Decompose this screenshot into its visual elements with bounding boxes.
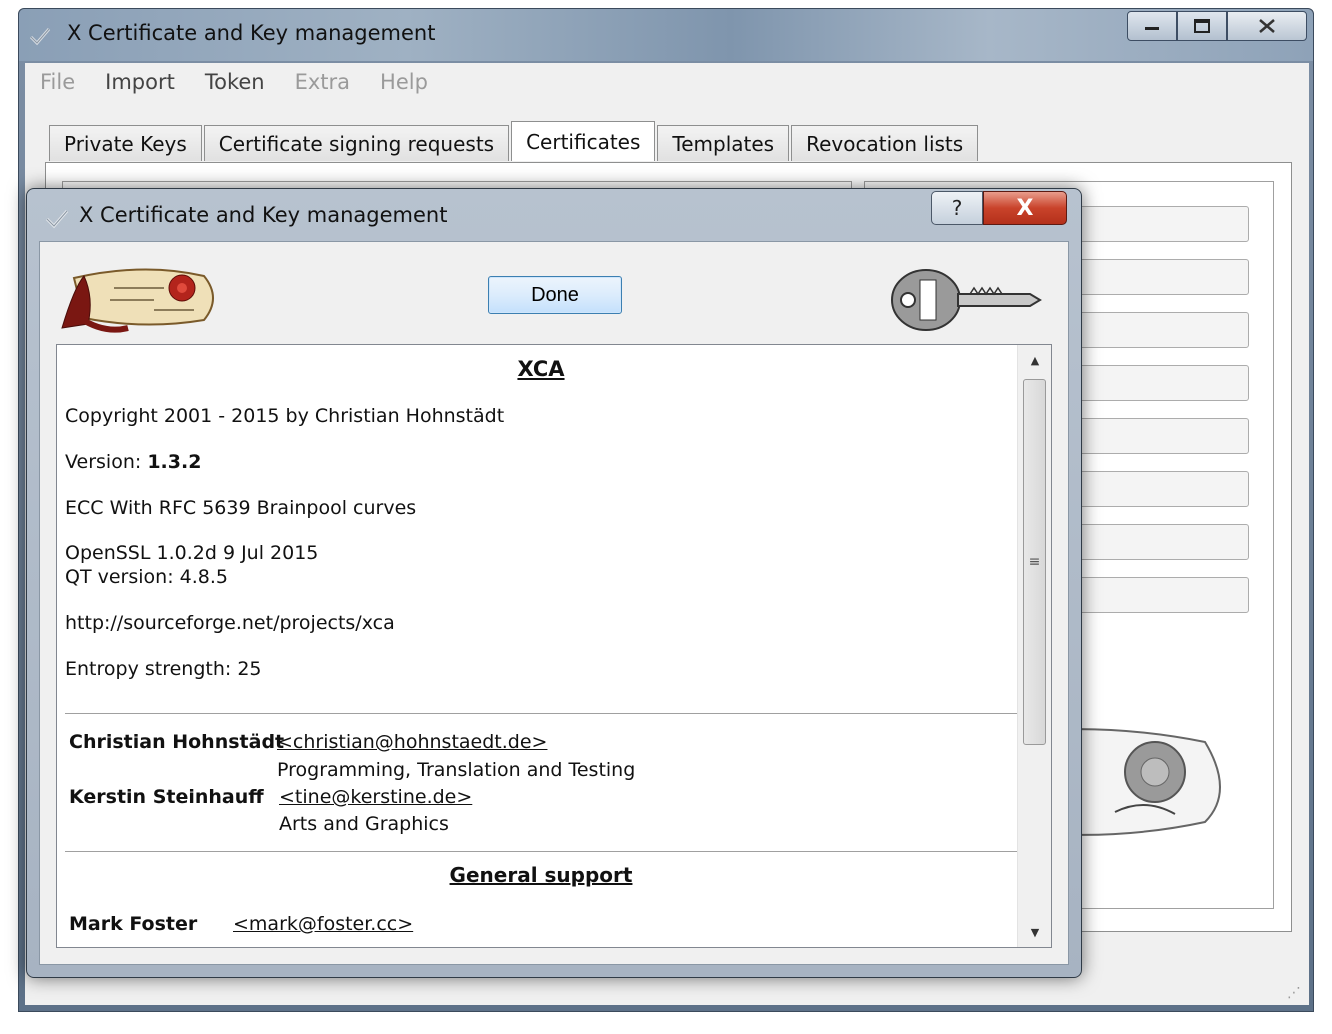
xca-heading: XCA: [517, 357, 565, 381]
grip-icon: ≡: [1028, 554, 1041, 570]
main-titlebar[interactable]: X Certificate and Key management: [19, 9, 1313, 61]
qt-version-text: QT version: 4.8.5: [65, 566, 228, 588]
scroll-down-icon[interactable]: ▼: [1018, 917, 1051, 947]
main-close-button[interactable]: [1227, 11, 1307, 41]
maximize-icon: [1194, 19, 1210, 33]
ecc-text: ECC With RFC 5639 Brainpool curves: [65, 497, 417, 519]
app-icon: [45, 210, 69, 229]
version-value: 1.3.2: [147, 451, 202, 473]
tab-private-keys[interactable]: Private Keys: [49, 125, 202, 161]
author-role: Arts and Graphics: [279, 813, 449, 835]
divider: [65, 851, 1017, 852]
menu-help[interactable]: Help: [365, 70, 443, 94]
scroll-rose-logo: [61, 268, 214, 333]
author-name: Christian Hohnstädt: [69, 731, 285, 753]
resize-grip-icon[interactable]: ⋰: [1287, 985, 1301, 1001]
author-role: Programming, Translation and Testing: [277, 759, 636, 781]
tab-bar: Private Keys Certificate signing request…: [49, 121, 980, 161]
version-line: Version: 1.3.2: [65, 451, 201, 473]
xca-key-logo: [891, 269, 1042, 331]
author-name: Kerstin Steinhauff: [69, 786, 264, 808]
openssl-text: OpenSSL 1.0.2d 9 Jul 2015: [65, 542, 319, 564]
divider: [65, 713, 1017, 714]
copyright-text: Copyright 2001 - 2015 by Christian Hohns…: [65, 405, 505, 427]
author-email-link[interactable]: <tine@kerstine.de>: [279, 786, 472, 808]
maximize-button[interactable]: [1177, 11, 1227, 41]
scrollbar-thumb[interactable]: ≡: [1023, 379, 1046, 745]
dialog-titlebar[interactable]: X Certificate and Key management ? X: [27, 189, 1081, 241]
help-button[interactable]: ?: [931, 191, 983, 225]
close-icon: [1259, 19, 1275, 33]
done-button[interactable]: Done: [488, 276, 622, 314]
project-url[interactable]: http://sourceforge.net/projects/xca: [65, 612, 395, 634]
entropy-text: Entropy strength: 25: [65, 658, 262, 680]
tab-revocation-lists[interactable]: Revocation lists: [791, 125, 979, 161]
app-icon: [29, 28, 51, 46]
about-text-browser[interactable]: XCA Copyright 2001 - 2015 by Christian H…: [56, 344, 1052, 948]
scroll-up-icon[interactable]: ▲: [1018, 345, 1051, 375]
dialog-close-button[interactable]: X: [983, 191, 1067, 225]
tab-csr[interactable]: Certificate signing requests: [203, 125, 510, 161]
minimize-icon: [1145, 27, 1159, 30]
tab-certificates[interactable]: Certificates: [511, 121, 656, 161]
general-support-heading: General support: [449, 863, 633, 887]
menubar: File Import Token Extra Help: [25, 63, 1309, 101]
dialog-title: X Certificate and Key management: [79, 203, 448, 227]
main-window-title: X Certificate and Key management: [67, 21, 436, 45]
menu-file[interactable]: File: [25, 70, 90, 94]
close-icon: X: [1016, 195, 1034, 221]
vertical-scrollbar[interactable]: ▲ ≡ ▼: [1017, 345, 1051, 947]
tab-templates[interactable]: Templates: [657, 125, 790, 161]
version-label: Version:: [65, 451, 142, 473]
help-icon: ?: [951, 196, 963, 220]
minimize-button[interactable]: [1127, 11, 1177, 41]
supporter-email-link[interactable]: <mark@foster.cc>: [233, 913, 413, 935]
menu-import[interactable]: Import: [90, 70, 190, 94]
menu-extra[interactable]: Extra: [280, 70, 365, 94]
author-email-link[interactable]: <christian@hohnstaedt.de>: [277, 731, 547, 753]
menu-token[interactable]: Token: [190, 70, 280, 94]
window-controls: [1127, 11, 1307, 41]
about-dialog: X Certificate and Key management ? X Don…: [26, 188, 1082, 978]
dialog-client-area: Done XCA Copyright 2001 - 2015 by Christ…: [39, 241, 1069, 965]
supporter-name: Mark Foster: [69, 913, 198, 935]
